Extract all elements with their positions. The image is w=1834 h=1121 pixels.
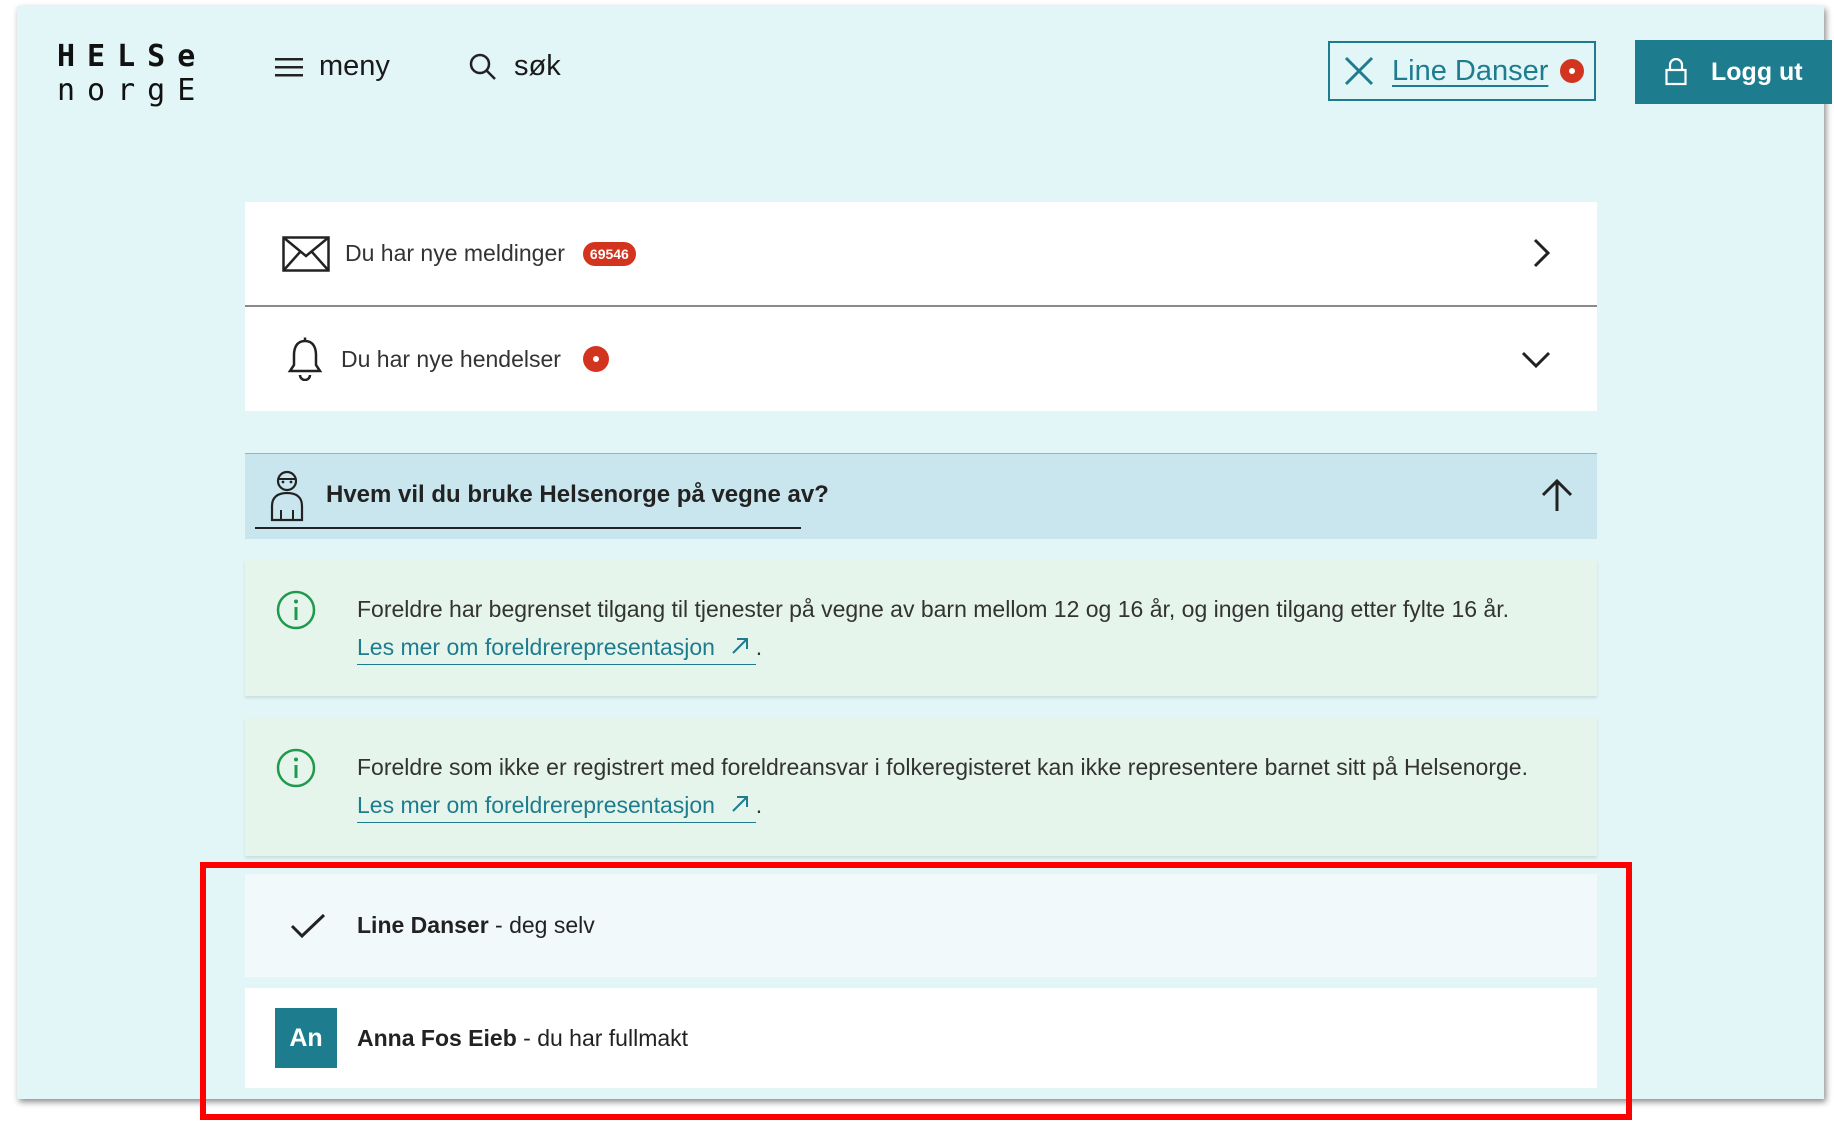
representation-title: Hvem vil du bruke Helsenorge på vegne av… xyxy=(326,481,829,508)
menu-button[interactable]: meny xyxy=(275,50,390,83)
messages-text: Du har nye meldinger xyxy=(345,240,565,266)
notification-dot xyxy=(1560,59,1585,83)
logo-line-2: norgE xyxy=(57,73,208,108)
arrow-up-icon xyxy=(1541,478,1573,511)
helsenorge-logo[interactable]: HELSe norgE xyxy=(57,40,207,108)
info-link-2[interactable]: Les mer om foreldrerepresentasjon xyxy=(357,792,756,823)
messages-count-badge: 69546 xyxy=(582,241,636,266)
search-button[interactable]: søk xyxy=(468,50,561,83)
external-link-icon xyxy=(732,796,749,812)
events-notification-dot xyxy=(582,346,609,372)
messages-row[interactable]: Du har nye meldinger 69546 xyxy=(245,202,1597,305)
search-label: søk xyxy=(514,50,561,82)
info-link-2-label: Les mer om foreldrerepresentasjon xyxy=(357,792,715,818)
info-text-2-body: Foreldre som ikke er registrert med fore… xyxy=(357,754,1528,780)
hamburger-icon xyxy=(275,57,303,76)
external-link-icon xyxy=(732,638,749,654)
info-link-1-label: Les mer om foreldrerepresentasjon xyxy=(357,634,715,660)
representation-toggle[interactable]: Hvem vil du bruke Helsenorge på vegne av… xyxy=(245,453,1597,539)
info-box-age-limit: Foreldre har begrenset tilgang til tjene… xyxy=(245,560,1597,696)
info-text-2: Foreldre som ikke er registrert med fore… xyxy=(357,748,1537,824)
info-text-1-body: Foreldre har begrenset tilgang til tjene… xyxy=(357,596,1509,622)
info-text-1: Foreldre har begrenset tilgang til tjene… xyxy=(357,590,1537,666)
info-icon xyxy=(276,748,316,788)
logout-label: Logg ut xyxy=(1711,57,1803,86)
lock-icon xyxy=(1665,58,1687,86)
logout-button[interactable]: Logg ut xyxy=(1635,40,1832,104)
close-icon xyxy=(1344,56,1374,86)
focus-underline xyxy=(255,527,801,529)
chevron-right-icon xyxy=(1533,238,1551,268)
chevron-down-icon xyxy=(1521,351,1551,369)
events-row[interactable]: Du har nye hendelser xyxy=(245,307,1597,411)
info-box-parental-responsibility: Foreldre som ikke er registrert med fore… xyxy=(245,718,1597,856)
menu-label: meny xyxy=(319,50,390,82)
envelope-icon xyxy=(282,235,330,272)
highlight-box xyxy=(200,862,1632,1120)
info-icon xyxy=(276,590,316,630)
person-icon xyxy=(270,470,304,522)
logo-line-1: HELSe xyxy=(57,39,208,74)
info-link-1[interactable]: Les mer om foreldrerepresentasjon xyxy=(357,634,756,665)
active-user-button[interactable]: Line Danser xyxy=(1328,41,1596,101)
bell-icon xyxy=(287,337,323,381)
active-user-name: Line Danser xyxy=(1392,54,1549,87)
events-text: Du har nye hendelser xyxy=(341,345,561,372)
search-icon xyxy=(469,53,496,80)
